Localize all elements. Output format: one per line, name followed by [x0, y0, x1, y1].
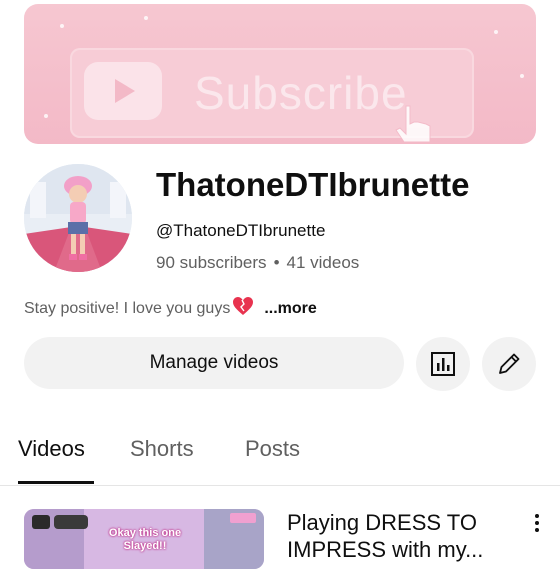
channel-handle: @ThatoneDTIbrunette — [156, 221, 326, 240]
manage-videos-button[interactable]: Manage videos — [24, 337, 404, 389]
sparkle-decoration — [520, 74, 524, 78]
analytics-button[interactable] — [416, 337, 470, 391]
more-options-icon[interactable] — [530, 512, 544, 536]
thumbnail-caption: Okay this one Slayed!! — [108, 527, 182, 552]
more-link[interactable]: ...more — [264, 300, 316, 318]
stats-separator: • — [273, 253, 280, 272]
analytics-icon — [431, 352, 455, 376]
channel-tabs: Videos Shorts Posts — [0, 430, 560, 486]
sparkle-decoration — [60, 24, 64, 28]
avatar-image — [24, 164, 132, 272]
sparkle-decoration — [44, 114, 48, 118]
tab-shorts[interactable]: Shorts — [130, 436, 194, 462]
pointer-hand-icon — [388, 102, 448, 144]
tabs-divider — [0, 485, 560, 486]
video-count: 41 videos — [286, 253, 360, 272]
tab-posts[interactable]: Posts — [245, 436, 300, 462]
banner-subscribe-text: Subscribe — [194, 67, 408, 119]
video-thumbnail[interactable]: Okay this one Slayed!! — [24, 509, 264, 569]
sparkle-decoration — [494, 30, 498, 34]
video-title[interactable]: Playing DRESS TO IMPRESS with my... — [287, 509, 507, 563]
subscriber-count: 90 subscribers — [156, 253, 267, 272]
heart-emoji-icon — [232, 296, 254, 321]
youtube-play-icon — [84, 62, 162, 120]
pencil-icon — [499, 353, 520, 374]
tab-videos[interactable]: Videos — [18, 436, 85, 462]
description-text: Stay positive! I love you guys — [24, 299, 231, 317]
channel-name: ThatoneDTIbrunette — [156, 166, 470, 203]
channel-avatar[interactable] — [24, 164, 132, 272]
channel-stats: 90 subscribers • 41 videos — [156, 253, 359, 273]
edit-channel-button[interactable] — [482, 337, 536, 391]
active-tab-indicator — [18, 481, 94, 484]
sparkle-decoration — [144, 16, 148, 20]
channel-description[interactable]: Stay positive! I love you guys ...more — [24, 296, 317, 321]
channel-banner: Subscribe — [24, 4, 536, 144]
